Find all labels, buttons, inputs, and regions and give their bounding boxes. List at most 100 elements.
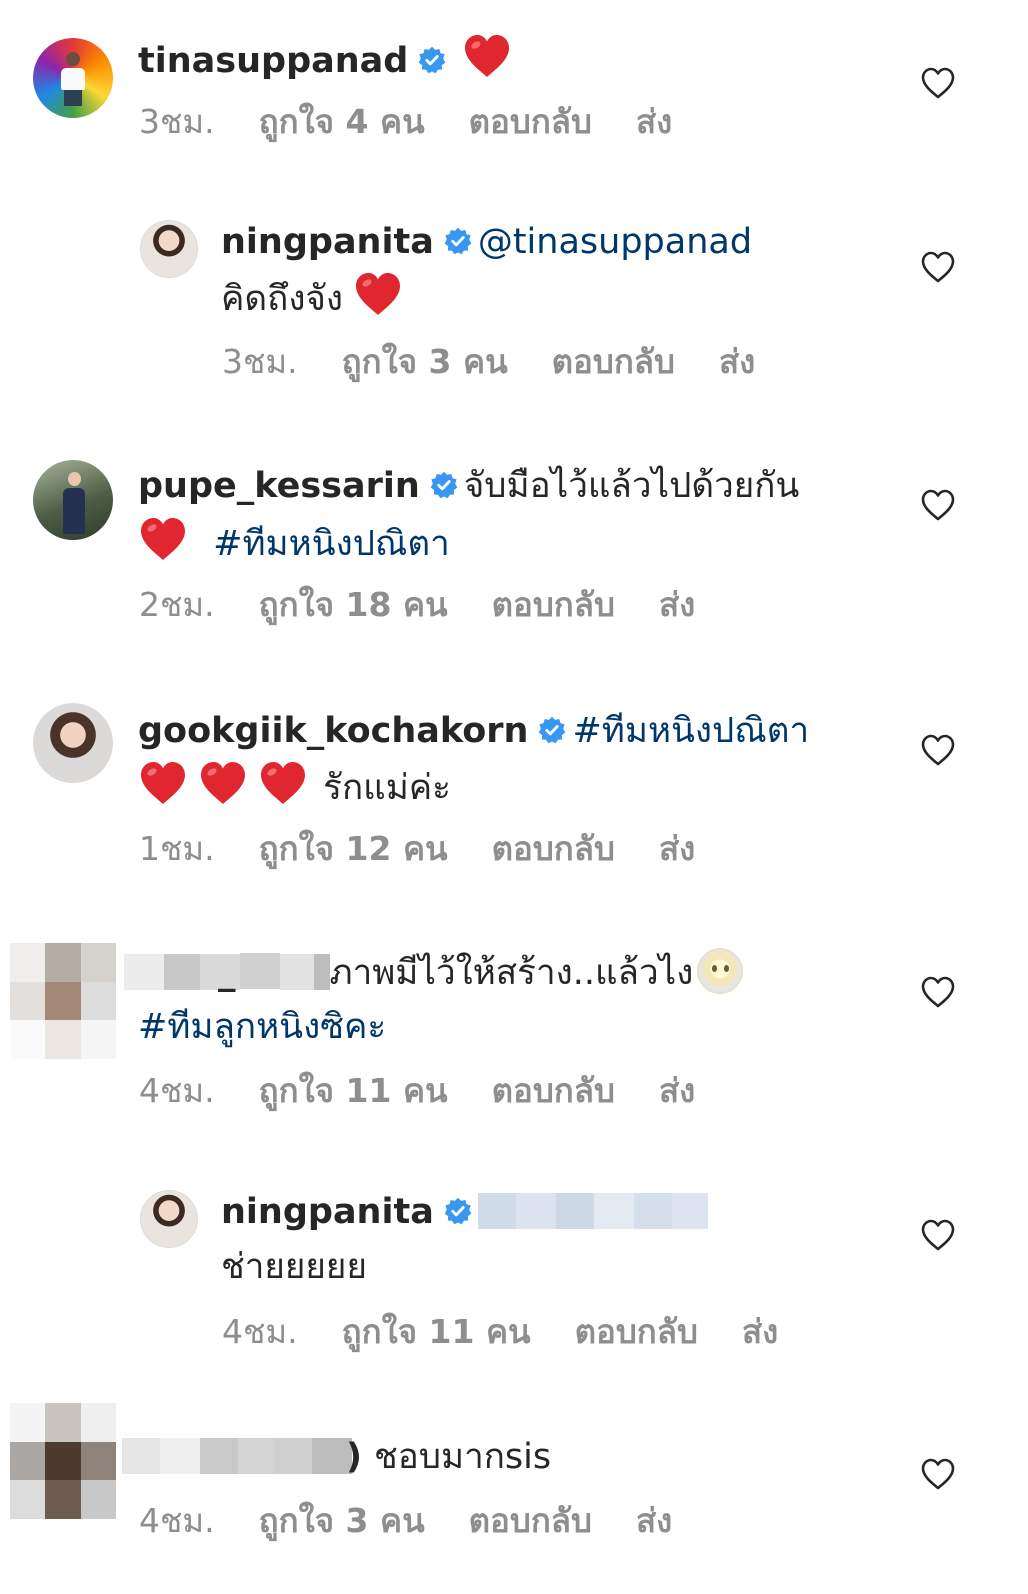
send-button[interactable]: ส่ง	[659, 585, 695, 624]
comment-reply: ningpanita ช่ายยยยย 4ชม. ถูกใจ 11 คน ตอบกล…	[0, 1150, 1028, 1385]
comment-line: pupe_kessarin จับมือไว้แล้วไปด้วยกัน	[138, 460, 799, 512]
red-heart-emoji	[198, 759, 248, 807]
username-fragment: )	[346, 1437, 362, 1477]
comment-meta: 2ชม. ถูกใจ 18 คน ตอบกลับ ส่ง	[139, 583, 739, 627]
likes-count[interactable]: ถูกใจ 3 คน	[342, 342, 508, 381]
heart-outline-icon[interactable]	[920, 66, 956, 100]
timestamp: 4ชม.	[139, 1071, 215, 1110]
comment-line: _ ภาพมีไว้ให้สร้าง..แล้วไง	[124, 947, 744, 999]
send-button[interactable]: ส่ง	[719, 342, 755, 381]
pixelated-avatar[interactable]	[10, 1403, 116, 1519]
comment: _ ภาพมีไว้ให้สร้าง..แล้วไง #ทีมลูกหนิงซิค…	[0, 905, 1028, 1150]
comment-text: ชอบมากsis	[374, 1437, 552, 1477]
avatar[interactable]	[33, 38, 113, 118]
comment: ) ชอบมากsis 4ชม. ถูกใจ 3 คน ตอบกลับ ส่ง	[0, 1385, 1028, 1594]
send-button[interactable]: ส่ง	[636, 102, 672, 141]
comment-reply: ningpanita @tinasuppanad คิดถึงจัง 3ชม. ถู…	[0, 180, 1028, 420]
username[interactable]: ningpanita	[221, 1192, 434, 1232]
timestamp: 3ชม.	[139, 102, 215, 141]
comment-text-line: #ทีมลูกหนิงซิคะ	[138, 1001, 386, 1053]
likes-count[interactable]: ถูกใจ 11 คน	[259, 1071, 448, 1110]
verified-badge-icon	[430, 471, 458, 499]
verified-badge-icon	[444, 227, 472, 255]
comment-meta: 1ชม. ถูกใจ 12 คน ตอบกลับ ส่ง	[139, 827, 739, 871]
verified-badge-icon	[444, 1197, 472, 1225]
reply-button[interactable]: ตอบกลับ	[469, 102, 592, 141]
heart-outline-icon[interactable]	[920, 488, 956, 522]
pixelated-avatar[interactable]	[10, 943, 116, 1059]
avatar[interactable]	[33, 703, 113, 783]
comment-text-line: รักแม่ค่ะ	[128, 759, 451, 814]
send-button[interactable]: ส่ง	[659, 1071, 695, 1110]
red-heart-emoji	[138, 515, 188, 563]
send-button[interactable]: ส่ง	[636, 1501, 672, 1540]
mask-face-emoji	[697, 948, 744, 994]
likes-count[interactable]: ถูกใจ 4 คน	[259, 102, 425, 141]
hashtag-link[interactable]: #ทีมหนิงปณิตา	[572, 711, 809, 751]
likes-count[interactable]: ถูกใจ 18 คน	[259, 585, 448, 624]
comment-meta: 3ชม. ถูกใจ 4 คน ตอบกลับ ส่ง	[139, 100, 716, 144]
red-heart-emoji	[353, 270, 403, 318]
timestamp: 3ชม.	[222, 342, 298, 381]
username-fragment: _	[218, 953, 236, 993]
red-heart-emoji	[462, 32, 512, 80]
comment-line: gookgiik_kochakorn #ทีมหนิงปณิตา	[138, 705, 809, 757]
reply-button[interactable]: ตอบกลับ	[552, 342, 675, 381]
timestamp: 4ชม.	[139, 1501, 215, 1540]
heart-outline-icon[interactable]	[920, 975, 956, 1009]
comment-text-line: คิดถึงจัง	[221, 270, 403, 325]
likes-count[interactable]: ถูกใจ 11 คน	[342, 1312, 531, 1351]
avatar[interactable]	[33, 460, 113, 540]
hashtag-link[interactable]: #ทีมลูกหนิงซิคะ	[138, 1007, 386, 1047]
comment-text: คิดถึงจัง	[221, 279, 344, 319]
avatar[interactable]	[140, 1190, 198, 1248]
likes-count[interactable]: ถูกใจ 3 คน	[259, 1501, 425, 1540]
heart-outline-icon[interactable]	[920, 250, 956, 284]
reply-button[interactable]: ตอบกลับ	[492, 585, 615, 624]
comment-text-line: ช่ายยยยย	[221, 1241, 367, 1293]
reply-button[interactable]: ตอบกลับ	[492, 1071, 615, 1110]
comment-meta: 4ชม. ถูกใจ 11 คน ตอบกลับ ส่ง	[139, 1069, 739, 1113]
timestamp: 4ชม.	[222, 1312, 298, 1351]
censored-mention[interactable]	[477, 1192, 708, 1229]
username[interactable]: gookgiik_kochakorn	[138, 711, 528, 751]
comment-text-line: #ทีมหนิงปณิตา	[128, 515, 450, 570]
heart-outline-icon[interactable]	[920, 1218, 956, 1252]
comment-meta: 3ชม. ถูกใจ 3 คน ตอบกลับ ส่ง	[222, 340, 799, 384]
timestamp: 1ชม.	[139, 829, 215, 868]
comment-text: รักแม่ค่ะ	[323, 768, 451, 808]
comment: gookgiik_kochakorn #ทีมหนิงปณิตา รักแม่ค่…	[0, 665, 1028, 905]
comment-text: จับมือไว้แล้วไปด้วยกัน	[463, 466, 800, 506]
avatar[interactable]	[140, 220, 198, 278]
send-button[interactable]: ส่ง	[742, 1312, 778, 1351]
verified-badge-icon	[418, 46, 446, 74]
comment-line: ningpanita @tinasuppanad	[221, 216, 752, 268]
username[interactable]: tinasuppanad	[138, 41, 408, 81]
username[interactable]: ningpanita	[221, 222, 434, 262]
comment-text: ภาพมีไว้ให้สร้าง..แล้วไง	[329, 953, 694, 993]
username[interactable]: pupe_kessarin	[138, 466, 420, 506]
person-figure	[63, 472, 85, 534]
comment-meta: 4ชม. ถูกใจ 11 คน ตอบกลับ ส่ง	[222, 1310, 822, 1354]
comment: tinasuppanad 3ชม. ถูกใจ 4 คน ตอบกลับ ส่ง	[0, 0, 1028, 180]
send-button[interactable]: ส่ง	[659, 829, 695, 868]
censored-username[interactable]	[122, 1437, 352, 1474]
comment: pupe_kessarin จับมือไว้แล้วไปด้วยกัน #ทีม…	[0, 420, 1028, 665]
reply-button[interactable]: ตอบกลับ	[575, 1312, 698, 1351]
verified-badge-icon	[538, 716, 566, 744]
person-figure	[61, 52, 85, 108]
red-heart-emoji	[258, 759, 308, 807]
reply-button[interactable]: ตอบกลับ	[492, 829, 615, 868]
red-heart-emoji	[138, 759, 188, 807]
comment-text: ช่ายยยยย	[221, 1247, 367, 1287]
comment-line: ) ชอบมากsis	[122, 1431, 551, 1483]
heart-outline-icon[interactable]	[920, 1457, 956, 1491]
mention-link[interactable]: @tinasuppanad	[478, 222, 752, 262]
timestamp: 2ชม.	[139, 585, 215, 624]
comment-line: tinasuppanad	[138, 32, 512, 87]
reply-button[interactable]: ตอบกลับ	[469, 1501, 592, 1540]
likes-count[interactable]: ถูกใจ 12 คน	[259, 829, 448, 868]
heart-outline-icon[interactable]	[920, 733, 956, 767]
comment-meta: 4ชม. ถูกใจ 3 คน ตอบกลับ ส่ง	[139, 1499, 716, 1543]
hashtag-link[interactable]: #ทีมหนิงปณิตา	[213, 524, 450, 564]
